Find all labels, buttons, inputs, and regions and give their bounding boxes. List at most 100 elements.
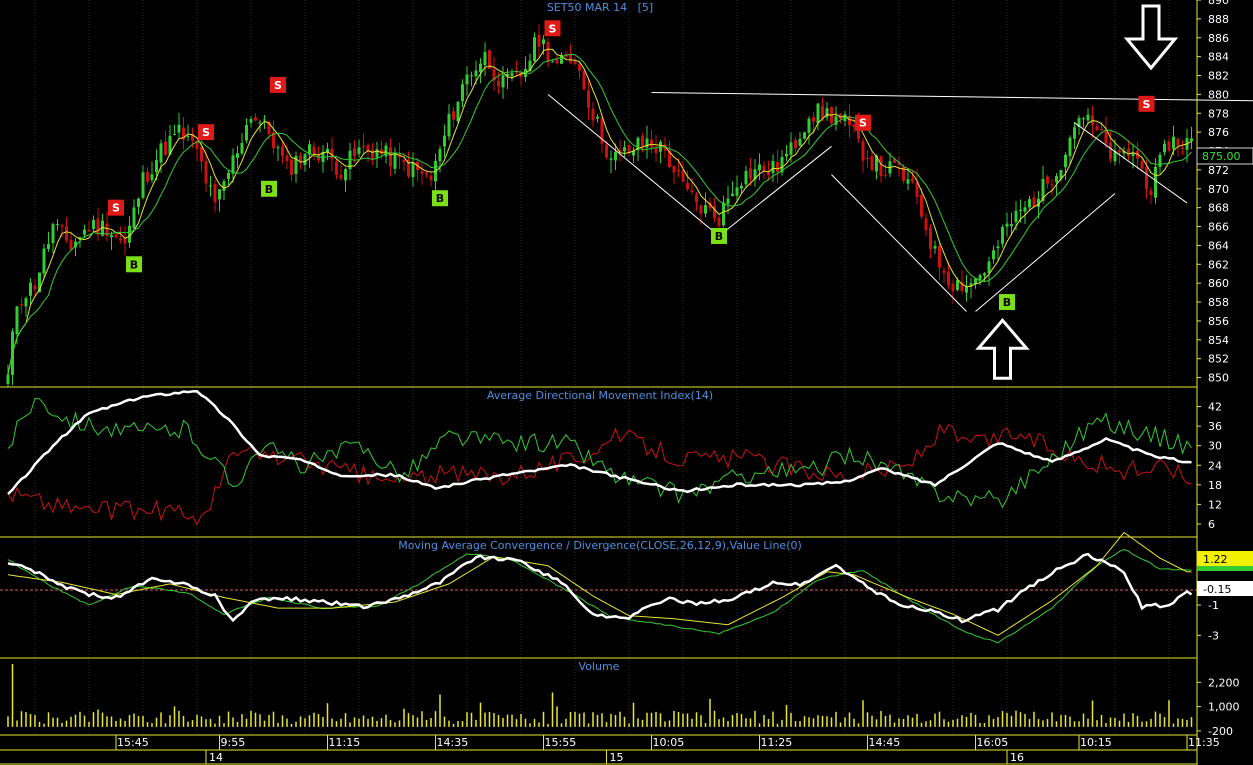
candle-body [812, 116, 815, 122]
day-tick-label: 14 [209, 751, 223, 764]
time-tick-label: 11:35 [1188, 736, 1220, 749]
price-tick-label: 866 [1208, 221, 1229, 234]
candle-body [533, 37, 536, 62]
signal-label: S [549, 22, 557, 35]
candle-body [1019, 209, 1022, 212]
candle-body [285, 155, 289, 161]
candle-body [794, 140, 797, 149]
candle-body [1190, 138, 1193, 142]
price-tick-label: 878 [1208, 107, 1229, 120]
candle-body [1158, 154, 1162, 168]
adx-tick-label: 24 [1208, 459, 1222, 472]
candle-body [92, 220, 95, 229]
candle-body [771, 160, 775, 174]
candle-body [29, 282, 32, 296]
candle-body [1073, 127, 1076, 139]
time-tick-label: 14:45 [869, 736, 901, 749]
candle-body [497, 80, 500, 87]
candle-body [938, 245, 941, 268]
candle-body [537, 34, 541, 47]
candle-body [1014, 210, 1018, 223]
candle-body [209, 185, 212, 187]
candle-body [452, 111, 455, 120]
candle-body [870, 156, 874, 170]
candle-body [1163, 143, 1166, 153]
candle-body [447, 113, 451, 137]
candle-body [245, 125, 248, 141]
candle-body [213, 184, 217, 203]
chart-title: SET50 MAR 14 [5] [547, 1, 653, 14]
candle-body [51, 224, 55, 244]
candle-body [335, 161, 338, 175]
candle-body [150, 174, 154, 180]
candle-body [240, 142, 244, 154]
last-price-label: 875.00 [1202, 150, 1241, 163]
candle-body [173, 134, 176, 136]
candle-body [204, 161, 208, 184]
candle-body [429, 175, 433, 181]
candle-body [1176, 138, 1180, 146]
candle-body [983, 273, 986, 276]
signal-label: B [436, 192, 444, 205]
candle-body [866, 157, 869, 159]
candle-body [1172, 136, 1175, 149]
stock-chart: SBSBSBSBSBS 8908888868848828808788768748… [0, 0, 1253, 765]
candle-body [731, 193, 734, 196]
candle-body [362, 146, 365, 148]
candle-body [605, 144, 608, 158]
price-tick-label: 872 [1208, 164, 1229, 177]
candle-body [987, 261, 991, 274]
price-tick-label: 888 [1208, 13, 1229, 26]
candle-body [686, 182, 689, 190]
candle-body [119, 238, 122, 240]
candle-body [1028, 199, 1031, 208]
buy-signal-marker: B [711, 227, 727, 244]
candle-body [681, 170, 685, 182]
candle-body [861, 141, 865, 161]
price-tick-label: 856 [1208, 315, 1229, 328]
candle-body [1001, 226, 1004, 244]
candle-body [420, 171, 424, 174]
candle-body [672, 165, 676, 173]
candle-body [816, 103, 820, 124]
adx-tick-label: 42 [1208, 401, 1222, 414]
candle-body [695, 194, 698, 203]
candle-body [69, 239, 73, 250]
candle-body [821, 105, 824, 119]
candle-body [290, 159, 293, 175]
candle-body [141, 172, 145, 198]
candle-body [24, 298, 28, 307]
candle-body [956, 280, 959, 290]
buy-signal-marker: B [999, 294, 1015, 311]
candle-body [749, 168, 752, 179]
candle-body [177, 124, 181, 133]
price-tick-label: 890 [1208, 0, 1229, 7]
candle-body [740, 185, 743, 189]
candle-body [222, 181, 226, 191]
candle-body [1140, 160, 1144, 169]
candle-body [15, 306, 19, 335]
candle-body [582, 70, 586, 90]
signal-label: S [274, 79, 282, 92]
candle-body [20, 304, 23, 306]
candle-body [1010, 224, 1013, 227]
candle-body [42, 248, 46, 274]
candle-body [573, 60, 577, 64]
candle-body [555, 59, 559, 64]
candle-body [587, 90, 590, 108]
candle-body [65, 226, 68, 241]
candle-body [1118, 150, 1121, 153]
time-tick-label: 14:35 [437, 736, 469, 749]
candle-body [578, 64, 581, 71]
price-tick-label: 870 [1208, 183, 1229, 196]
adx-tick-label: 18 [1208, 479, 1222, 492]
adx-tick-label: 12 [1208, 498, 1222, 511]
candle-body [56, 224, 59, 226]
signal-label: S [112, 202, 120, 215]
candle-body [978, 275, 982, 281]
day-tick-label: 15 [610, 751, 624, 764]
candle-body [929, 227, 932, 250]
adx-tick-label: 36 [1208, 420, 1222, 433]
candle-body [137, 198, 140, 207]
candle-body [798, 138, 802, 146]
